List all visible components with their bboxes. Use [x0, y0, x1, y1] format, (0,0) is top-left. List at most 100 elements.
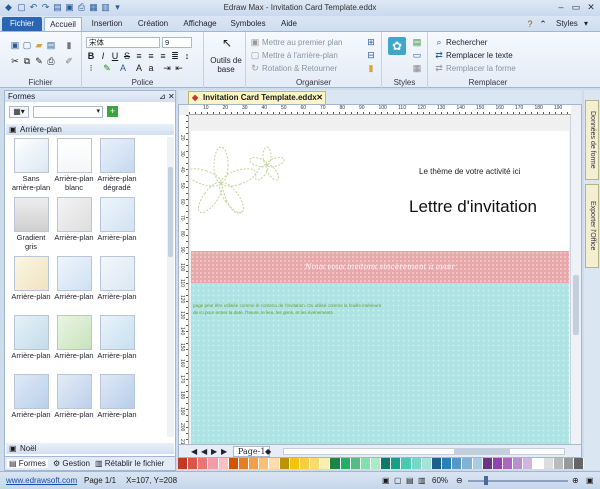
indent-icon[interactable]: ⇥ — [162, 63, 172, 73]
palette-swatch[interactable] — [228, 458, 239, 469]
align-right-icon[interactable]: ≡ — [158, 51, 168, 61]
replace-shape-button[interactable]: Remplacer la forme — [446, 64, 516, 73]
palette-swatch[interactable] — [370, 458, 382, 469]
palette-swatch[interactable] — [533, 458, 544, 469]
tab-accueil[interactable]: Accueil — [44, 17, 82, 31]
zoom-slider[interactable] — [468, 476, 568, 485]
pointer-tool-icon[interactable]: ↖ — [220, 37, 234, 52]
palette-swatch[interactable] — [289, 458, 300, 469]
palette-swatch[interactable] — [574, 458, 585, 469]
shapes-scrollbar[interactable] — [167, 137, 174, 437]
group-shapes-icon[interactable]: ⊟ — [366, 50, 376, 60]
shape-item[interactable]: Arrière-plan — [54, 315, 94, 363]
bring-front-button[interactable]: Mettre au premier plan — [262, 38, 342, 47]
minimize-ribbon-icon[interactable]: ⌃ — [538, 19, 548, 29]
new-doc-icon[interactable]: ▢ — [22, 40, 32, 50]
shape-item[interactable]: Sans arrière-plan — [11, 138, 51, 191]
library-search-input[interactable]: ▾ — [33, 106, 103, 118]
palette-swatch[interactable] — [452, 458, 463, 469]
shape-item[interactable]: Arrière-plan dégradé — [97, 138, 137, 191]
pin-icon[interactable]: ⊿ — [159, 91, 166, 102]
line-icon[interactable]: ▭ — [412, 50, 422, 60]
palette-swatch[interactable] — [350, 458, 361, 469]
send-back-button[interactable]: Mettre à l'arrière-plan — [262, 51, 338, 60]
palette-swatch[interactable] — [249, 458, 260, 469]
save-file-icon[interactable]: ▤ — [46, 40, 56, 50]
palette-swatch[interactable] — [208, 458, 219, 469]
italic-icon[interactable]: I — [98, 51, 108, 61]
styles-dropdown-icon[interactable]: ▾ — [584, 19, 588, 28]
tab-retablir[interactable]: ▥ Rétablir le fichier — [95, 459, 164, 468]
zoom-out-icon[interactable]: ⊖ — [456, 476, 463, 485]
view-full-icon[interactable]: ▢ — [394, 476, 402, 485]
invitation-page[interactable]: Le thème de votre activité ici Lettre d'… — [191, 131, 569, 445]
align-center-icon[interactable]: ≡ — [146, 51, 156, 61]
palette-swatch[interactable] — [310, 458, 321, 469]
palette-swatch[interactable] — [218, 458, 229, 469]
shape-item[interactable]: Arrière-plan — [54, 256, 94, 304]
align-left-icon[interactable]: ≡ — [134, 51, 144, 61]
palette-swatch[interactable] — [442, 458, 453, 469]
replace-text-icon[interactable]: ⇄ — [434, 50, 444, 60]
color-palette[interactable] — [178, 458, 585, 470]
strikethrough-icon[interactable]: S — [122, 51, 132, 61]
align-shapes-icon[interactable]: ⊞ — [366, 37, 376, 47]
shape-item[interactable]: Gradient gris — [11, 197, 51, 250]
tab-affichage[interactable]: Affichage — [178, 17, 222, 31]
palette-swatch[interactable] — [492, 458, 503, 469]
palette-swatch[interactable] — [563, 458, 575, 469]
canvas-area[interactable]: 10 20 30 40 50 60 70 80 90 100 110 120 130 140 150 160 1… — [178, 104, 582, 458]
palette-swatch[interactable] — [431, 458, 443, 469]
activity-text[interactable]: Le thème de votre activité ici — [419, 167, 520, 176]
palette-swatch[interactable] — [421, 458, 432, 469]
find-button[interactable]: Rechercher — [446, 38, 487, 47]
font-color-icon[interactable]: A — [118, 63, 128, 73]
text-direction-icon[interactable]: ↕ — [182, 51, 192, 61]
palette-swatch[interactable] — [523, 458, 534, 469]
next-page-icon[interactable]: ▶ — [211, 447, 217, 456]
shape-item[interactable]: Arrière-plan blanc — [54, 138, 94, 191]
shape-item[interactable]: Arrière-plan — [11, 256, 51, 304]
fill-icon[interactable]: ▤ — [412, 37, 422, 47]
tab-insertion[interactable]: Insertion — [86, 17, 128, 31]
decrease-font-icon[interactable]: a — [146, 63, 156, 73]
font-name-combo[interactable]: 宋体 — [86, 37, 160, 48]
shapes-scroll-thumb[interactable] — [168, 167, 173, 257]
maximize-button[interactable]: ▭ — [569, 1, 583, 14]
tab-aide[interactable]: Aide — [274, 17, 304, 31]
justify-icon[interactable]: ≣ — [170, 51, 180, 61]
outdent-icon[interactable]: ⇤ — [174, 63, 184, 73]
tab-fichier[interactable]: Fichier — [2, 17, 42, 31]
invitation-heading[interactable]: Lettre d'invitation — [409, 197, 537, 217]
paste-icon[interactable]: ▣ — [10, 40, 20, 50]
palette-swatch[interactable] — [188, 458, 199, 469]
tab-donnees-forme[interactable]: Données de forme — [585, 100, 599, 180]
tab-symboles[interactable]: Symboles — [226, 17, 270, 31]
format-painter-icon[interactable]: ✎ — [34, 56, 44, 66]
palette-swatch[interactable] — [401, 458, 412, 469]
font-size-combo[interactable]: 9 — [162, 37, 192, 48]
prev-page-icon[interactable]: ◀ — [201, 447, 207, 456]
palette-swatch[interactable] — [330, 458, 341, 469]
styles-menu[interactable]: Styles — [556, 19, 578, 28]
shadow-icon[interactable]: ▦ — [412, 63, 422, 73]
cut-icon[interactable]: ✂ — [10, 56, 20, 66]
document-tab[interactable]: ◆ Invitation Card Template.eddx ✕ — [188, 91, 326, 104]
palette-swatch[interactable] — [320, 458, 331, 469]
shape-item[interactable]: Arrière-plan — [11, 374, 51, 422]
palette-swatch[interactable] — [472, 458, 483, 469]
first-page-icon[interactable]: ◀ — [191, 447, 197, 456]
horizontal-scrollbar[interactable] — [283, 448, 565, 455]
blue-section[interactable]: page peut être utilisée comme le contenu… — [191, 283, 569, 445]
underline-icon[interactable]: U — [110, 51, 120, 61]
body-line-2[interactable]: de ici pour entrer la date, l'heure, le … — [193, 310, 333, 315]
vertical-scroll-thumb[interactable] — [573, 275, 579, 335]
palette-swatch[interactable] — [411, 458, 422, 469]
palette-swatch[interactable] — [462, 458, 473, 469]
theme-icon[interactable]: ✿ — [388, 37, 406, 55]
shape-item[interactable]: Arrière-plan — [97, 256, 137, 304]
palette-swatch[interactable] — [503, 458, 514, 469]
category-arriere-plan[interactable]: ▣ Arrière-plan — [6, 124, 174, 135]
palette-swatch[interactable] — [482, 458, 493, 469]
library-menu-icon[interactable]: ▦▾ — [9, 106, 29, 118]
